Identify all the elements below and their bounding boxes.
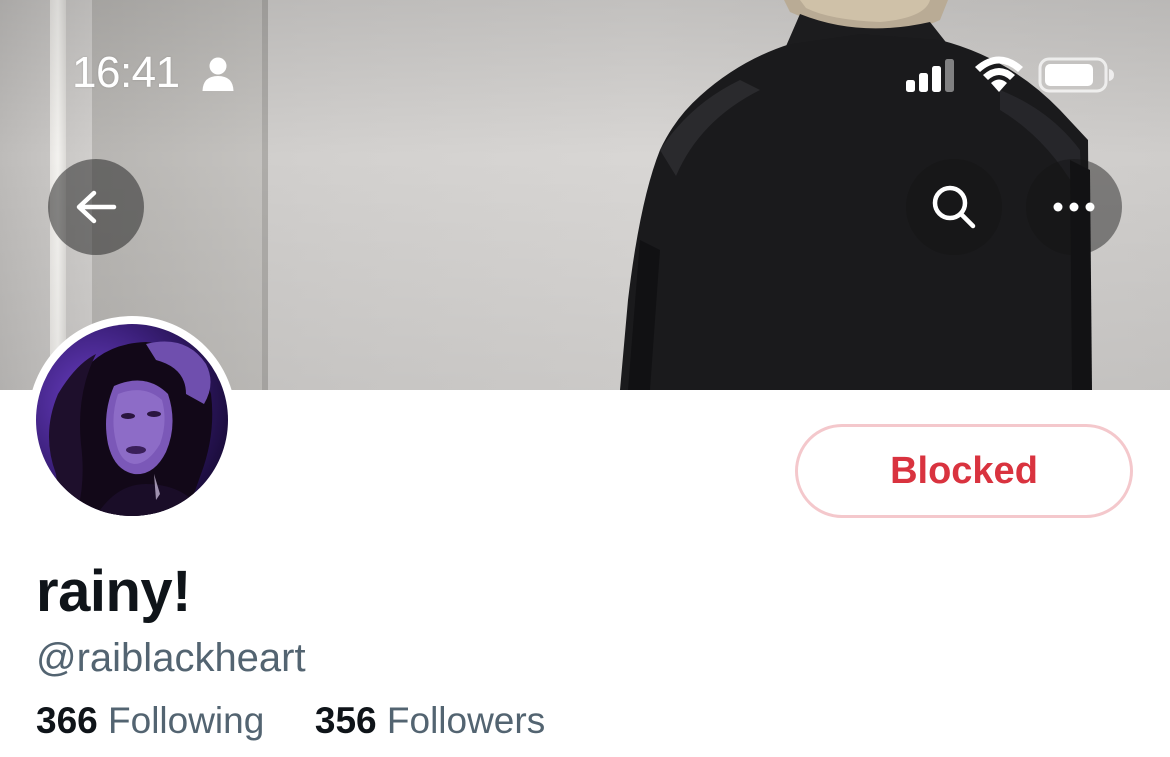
wifi-icon: [975, 56, 1023, 92]
back-button[interactable]: [48, 159, 144, 255]
blocked-button[interactable]: Blocked: [795, 424, 1133, 518]
battery-icon: [1038, 57, 1114, 93]
avatar-photo: [48, 341, 213, 516]
following-count: 366: [36, 700, 98, 741]
followers-count: 356: [314, 700, 377, 741]
avatar[interactable]: [36, 324, 228, 516]
person-icon: [202, 57, 234, 91]
follow-stats: 366 Following 356 Followers: [36, 700, 545, 742]
display-name: rainy!: [36, 559, 191, 624]
more-options-button[interactable]: [1026, 159, 1122, 255]
cellular-signal-icon: [906, 59, 954, 92]
search-button[interactable]: [906, 159, 1002, 255]
followers-label: Followers: [386, 700, 546, 741]
status-time: 16:41: [72, 48, 180, 97]
following-label: Following: [108, 700, 265, 741]
arrow-left-icon: [76, 190, 117, 224]
following-link[interactable]: 366 Following: [36, 700, 275, 741]
more-horizontal-icon: [1053, 202, 1095, 212]
search-icon: [932, 185, 976, 229]
username-handle: @raiblackheart: [36, 636, 306, 680]
followers-link[interactable]: 356 Followers: [315, 700, 545, 741]
